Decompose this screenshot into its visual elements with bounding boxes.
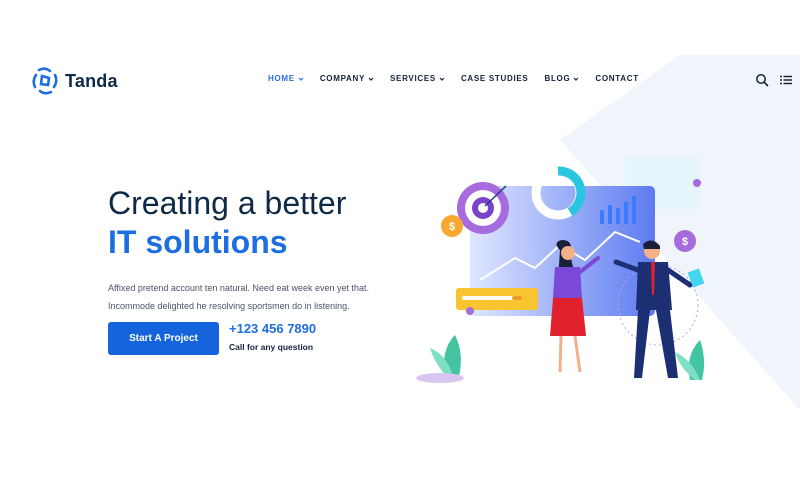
- logo-icon: [32, 67, 58, 95]
- nav-item-label: HOME: [268, 74, 295, 83]
- site-header: Tanda HOME COMPANY SERVICES CASE STUDIES…: [0, 0, 800, 160]
- svg-text:$: $: [449, 221, 455, 233]
- hero-title-line2: IT solutions: [108, 224, 288, 260]
- nav-item-company[interactable]: COMPANY: [320, 74, 374, 83]
- nav-item-services[interactable]: SERVICES: [390, 74, 445, 83]
- nav-item-home[interactable]: HOME: [268, 74, 304, 83]
- nav-item-label: SERVICES: [390, 74, 436, 83]
- chevron-down-icon: [368, 77, 374, 81]
- menu-icon[interactable]: [779, 73, 793, 87]
- hero-title-line1: Creating a better: [108, 185, 347, 221]
- search-icon[interactable]: [755, 73, 769, 87]
- svg-text:$: $: [682, 236, 688, 248]
- logo[interactable]: Tanda: [30, 66, 118, 96]
- brand-name: Tanda: [65, 70, 118, 91]
- nav-item-contact[interactable]: CONTACT: [595, 74, 638, 83]
- nav-item-label: CASE STUDIES: [460, 74, 529, 83]
- nav-item-case-studies[interactable]: CASE STUDIES: [461, 74, 529, 83]
- chevron-down-icon: [298, 77, 304, 81]
- hero-title: Creating a better IT solutions: [108, 184, 408, 262]
- chevron-down-icon: [573, 77, 579, 81]
- hero-description: Affixed pretend account ten natural. Nee…: [108, 283, 370, 311]
- main-nav: HOME COMPANY SERVICES CASE STUDIES BLOG …: [268, 74, 655, 83]
- hero-section: Creating a better IT solutions Affixed p…: [108, 184, 408, 315]
- chevron-down-icon: [439, 77, 445, 81]
- phone-number[interactable]: +123 456 7890: [229, 321, 316, 336]
- start-project-button[interactable]: Start A Project: [108, 322, 219, 355]
- phone-caption: Call for any question: [229, 342, 314, 352]
- header-actions: [755, 73, 800, 87]
- nav-item-blog[interactable]: BLOG: [544, 74, 579, 83]
- nav-item-label: CONTACT: [595, 74, 639, 83]
- nav-item-label: BLOG: [544, 74, 571, 83]
- hero-illustration: $ $: [416, 157, 705, 383]
- nav-item-label: COMPANY: [319, 74, 366, 83]
